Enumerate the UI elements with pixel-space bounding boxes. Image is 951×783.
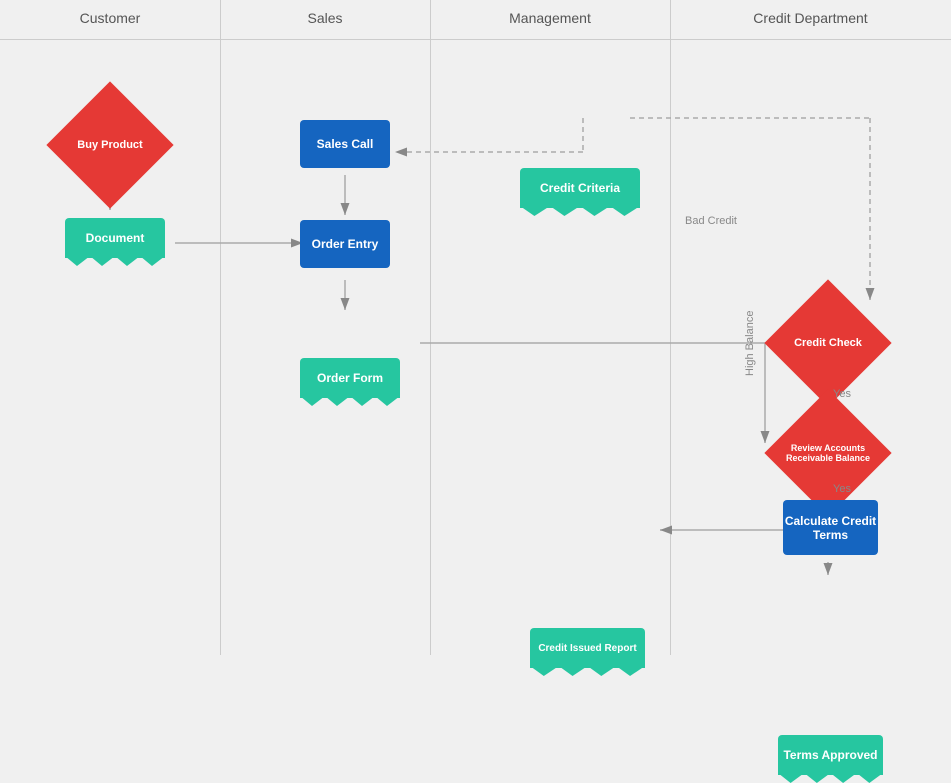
- diagram-container: Customer Sales Management Credit Departm…: [0, 0, 951, 655]
- lane-header-management: Management: [430, 0, 670, 40]
- calculate-credit-node: Calculate Credit Terms: [783, 500, 878, 555]
- order-form-node: Order Form: [300, 358, 400, 398]
- terms-approved-node: Terms Approved: [778, 735, 883, 775]
- yes-label-2: Yes: [833, 483, 851, 495]
- divider-2: [430, 0, 431, 655]
- divider-3: [670, 0, 671, 655]
- sales-call-node: Sales Call: [300, 120, 390, 168]
- buy-product-node: Buy Product: [46, 81, 173, 208]
- high-balance-label: High Balance: [744, 311, 756, 376]
- credit-issued-node: Credit Issued Report: [530, 628, 645, 668]
- document-node: Document: [65, 218, 165, 258]
- lane-header-credit: Credit Department: [670, 0, 951, 40]
- lane-header-sales: Sales: [220, 0, 430, 40]
- yes-label-1: Yes: [833, 388, 851, 400]
- divider-1: [220, 0, 221, 655]
- credit-criteria-node: Credit Criteria: [520, 168, 640, 208]
- lane-header-customer: Customer: [0, 0, 220, 40]
- bad-credit-label: Bad Credit: [685, 215, 737, 227]
- order-entry-node: Order Entry: [300, 220, 390, 268]
- credit-check-node: Credit Check: [764, 279, 891, 406]
- review-accounts-node: Review Accounts Receivable Balance: [764, 389, 891, 516]
- swimlane-headers: Customer Sales Management Credit Departm…: [0, 0, 951, 40]
